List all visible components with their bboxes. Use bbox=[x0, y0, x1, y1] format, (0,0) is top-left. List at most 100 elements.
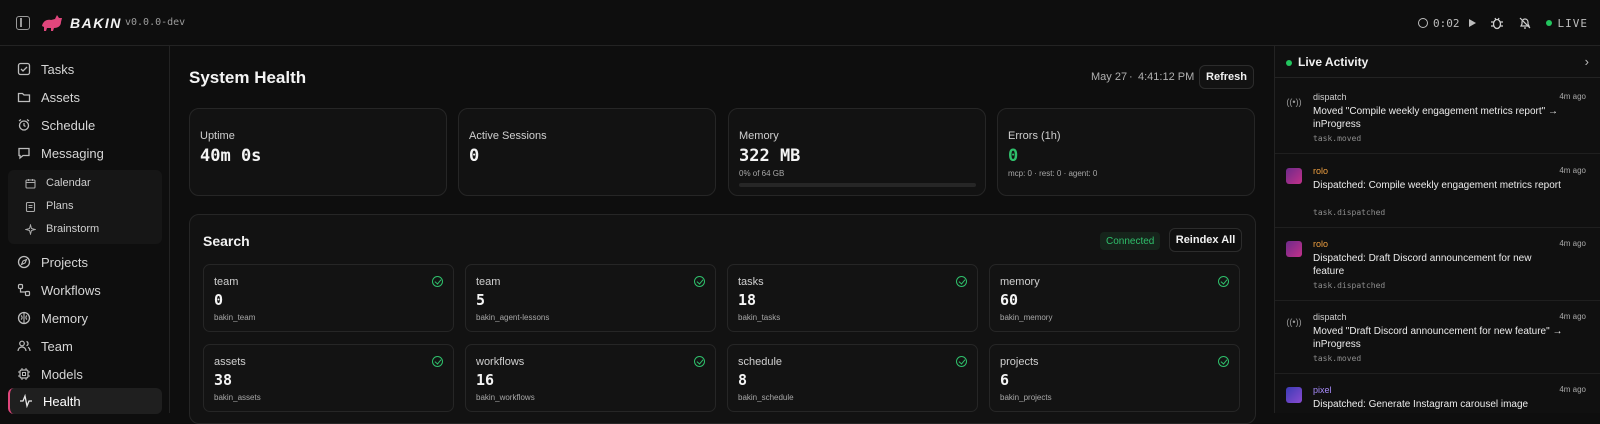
users-icon bbox=[16, 339, 31, 354]
stat-label: Memory bbox=[739, 130, 779, 142]
page-title: System Health bbox=[189, 68, 307, 87]
refresh-button[interactable]: Refresh bbox=[1199, 65, 1254, 89]
index-card[interactable]: team 5 bakin_agent-lessons bbox=[465, 264, 716, 332]
event-type: task.moved bbox=[1313, 134, 1362, 143]
event-message: Dispatched: Compile weekly engagement me… bbox=[1313, 180, 1561, 191]
index-card[interactable]: schedule 8 bakin_schedule bbox=[727, 344, 978, 412]
index-card[interactable]: tasks 18 bakin_tasks bbox=[727, 264, 978, 332]
sidebar-item-models[interactable]: Models bbox=[8, 361, 162, 387]
check-circle-icon bbox=[956, 356, 967, 367]
index-name: bakin_workflows bbox=[476, 393, 535, 402]
index-label: schedule bbox=[738, 356, 783, 368]
sidebar-sub-label: Plans bbox=[46, 200, 74, 212]
sidebar-item-label: Workflows bbox=[41, 282, 101, 298]
connection-status-badge: Connected bbox=[1100, 232, 1161, 250]
sidebar-sub-label: Brainstorm bbox=[46, 223, 100, 235]
index-name: bakin_memory bbox=[1000, 313, 1053, 322]
sidebar-item-assets[interactable]: Assets bbox=[8, 84, 162, 110]
index-card[interactable]: projects 6 bakin_projects bbox=[989, 344, 1240, 412]
index-label: memory bbox=[1000, 276, 1040, 288]
top-bar: BAKIN v0.0.0-dev 0:02 LIVE bbox=[0, 0, 1600, 46]
activity-event[interactable]: rolo 4m ago Dispatched: Compile weekly e… bbox=[1275, 164, 1600, 228]
index-count: 18 bbox=[738, 291, 757, 309]
timer-value: 0:02 bbox=[1433, 16, 1460, 30]
stat-subtext: mcp: 0 · rest: 0 · agent: 0 bbox=[1008, 169, 1098, 178]
sidebar-item-plans[interactable]: Plans bbox=[24, 196, 74, 216]
sidebar-item-health[interactable]: Health bbox=[8, 388, 162, 414]
event-time: 4m ago bbox=[1559, 312, 1586, 321]
index-card[interactable]: memory 60 bakin_memory bbox=[989, 264, 1240, 332]
event-message: Moved "Compile weekly engagement metrics… bbox=[1313, 106, 1558, 130]
broadcast-icon: ((•)) bbox=[1286, 97, 1302, 107]
activity-title: Live Activity bbox=[1298, 55, 1369, 69]
index-label: team bbox=[214, 276, 239, 288]
stat-value: 0 bbox=[1008, 146, 1019, 166]
event-type: task.moved bbox=[1313, 354, 1362, 363]
agent-avatar bbox=[1286, 387, 1302, 403]
play-icon[interactable] bbox=[1468, 18, 1476, 27]
event-message: Dispatched: Generate Instagram carousel … bbox=[1313, 399, 1529, 410]
clock-icon bbox=[1418, 18, 1428, 28]
index-label: team bbox=[476, 276, 501, 288]
clipboard-icon bbox=[24, 200, 36, 212]
stat-card-errors: Errors (1h) 0 mcp: 0 · rest: 0 · agent: … bbox=[997, 108, 1255, 196]
broadcast-icon: ((•)) bbox=[1286, 317, 1302, 327]
index-count: 5 bbox=[476, 291, 486, 309]
app-version: v0.0.0-dev bbox=[125, 17, 186, 28]
search-title: Search bbox=[203, 233, 250, 249]
check-circle-icon bbox=[1218, 356, 1229, 367]
memory-progress-bar bbox=[739, 183, 976, 187]
stat-value: 40m 0s bbox=[200, 146, 262, 166]
activity-event[interactable]: ((•)) dispatch 4m ago Moved "Draft Disco… bbox=[1275, 310, 1600, 374]
sidebar-item-projects[interactable]: Projects bbox=[8, 249, 162, 275]
index-card[interactable]: assets 38 bakin_assets bbox=[203, 344, 454, 412]
workflow-icon bbox=[16, 283, 31, 298]
sidebar-sub-label: Calendar bbox=[46, 177, 91, 189]
check-circle-icon bbox=[432, 356, 443, 367]
reindex-all-button[interactable]: Reindex All bbox=[1169, 228, 1242, 252]
event-time: 4m ago bbox=[1559, 239, 1586, 248]
activity-event[interactable]: pixel 4m ago Dispatched: Generate Instag… bbox=[1275, 383, 1600, 413]
messaging-subgroup: Calendar Plans Brainstorm bbox=[8, 170, 162, 244]
stat-label: Errors (1h) bbox=[1008, 130, 1061, 142]
index-count: 6 bbox=[1000, 371, 1010, 389]
agent-avatar bbox=[1286, 241, 1302, 257]
sidebar-item-schedule[interactable]: Schedule bbox=[8, 112, 162, 138]
index-label: projects bbox=[1000, 356, 1039, 368]
sidebar-item-label: Models bbox=[41, 366, 83, 382]
sidebar-item-team[interactable]: Team bbox=[8, 333, 162, 359]
bug-icon[interactable] bbox=[1490, 16, 1504, 30]
event-actor: pixel bbox=[1313, 385, 1332, 395]
stat-card-active-sessions: Active Sessions 0 bbox=[458, 108, 716, 196]
event-message: Dispatched: Draft Discord announcement f… bbox=[1313, 253, 1532, 277]
index-card[interactable]: team 0 bakin_team bbox=[203, 264, 454, 332]
index-label: assets bbox=[214, 356, 246, 368]
sidebar-item-workflows[interactable]: Workflows bbox=[8, 277, 162, 303]
bell-off-icon[interactable] bbox=[1518, 16, 1532, 30]
chevron-right-icon[interactable]: › bbox=[1585, 54, 1589, 69]
index-count: 8 bbox=[738, 371, 748, 389]
live-activity-panel: Live Activity › ((•)) dispatch 4m ago Mo… bbox=[1274, 46, 1600, 413]
live-indicator: LIVE bbox=[1545, 17, 1589, 30]
index-name: bakin_tasks bbox=[738, 313, 781, 322]
sidebar-item-memory[interactable]: Memory bbox=[8, 305, 162, 331]
activity-event[interactable]: rolo 4m ago Dispatched: Draft Discord an… bbox=[1275, 237, 1600, 301]
sidebar-item-brainstorm[interactable]: Brainstorm bbox=[24, 219, 99, 239]
activity-event[interactable]: ((•)) dispatch 4m ago Moved "Compile wee… bbox=[1275, 90, 1600, 154]
current-time: 4:41:12 PM bbox=[1138, 71, 1195, 83]
sidebar-toggle-icon[interactable] bbox=[16, 16, 30, 30]
check-circle-icon bbox=[432, 276, 443, 287]
sidebar-item-calendar[interactable]: Calendar bbox=[24, 173, 91, 193]
sidebar-item-tasks[interactable]: Tasks bbox=[8, 56, 162, 82]
sidebar-item-label: Projects bbox=[41, 254, 88, 270]
bakin-logo-icon bbox=[42, 15, 62, 31]
activity-header: Live Activity › bbox=[1275, 46, 1600, 78]
stat-subtext: 0% of 64 GB bbox=[739, 169, 785, 178]
brand-name: BAKIN bbox=[70, 15, 122, 31]
index-card[interactable]: workflows 16 bakin_workflows bbox=[465, 344, 716, 412]
sidebar-item-label: Team bbox=[41, 338, 73, 354]
index-count: 60 bbox=[1000, 291, 1019, 309]
sidebar-item-messaging[interactable]: Messaging bbox=[8, 140, 162, 166]
current-date: May 27 bbox=[1091, 71, 1128, 83]
sidebar-item-label: Assets bbox=[41, 89, 81, 105]
